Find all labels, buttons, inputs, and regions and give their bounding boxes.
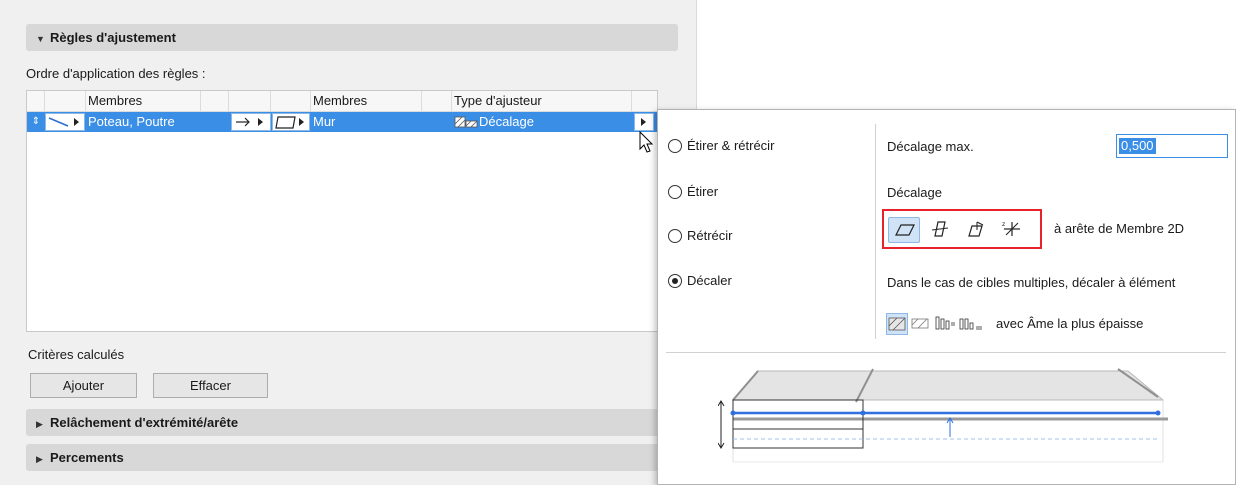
collapsed-triangle-icon: ▶ <box>36 419 43 429</box>
expand-arrow-icon <box>641 118 646 126</box>
table-row[interactable]: ⇕ Poteau, Poutre Mur Décalage <box>27 112 657 132</box>
offset-hatch-icon <box>454 112 478 132</box>
section-extremity-release-label: Relâchement d'extrémité/arête <box>50 415 239 430</box>
section-extremity-release-header[interactable]: ▶ Relâchement d'extrémité/arête <box>26 409 678 436</box>
right-arrow-icon <box>236 117 263 127</box>
rules-table: Membres Membres Type d'ajusteur ⇕ Poteau… <box>26 90 658 332</box>
header-wall-icon-col <box>271 91 311 112</box>
thick-web-hatch-icon[interactable] <box>886 313 908 335</box>
rules-order-label: Ordre d'application des règles : <box>26 66 206 81</box>
vertical-plane-icon[interactable] <box>924 217 956 243</box>
vertical-divider <box>875 124 876 339</box>
max-offset-label: Décalage max. <box>887 139 974 154</box>
wall-icon <box>275 116 304 129</box>
angled-plane-icon[interactable] <box>960 217 992 243</box>
beam-icon <box>48 117 79 127</box>
header-spacer-2 <box>422 91 452 112</box>
settings-panel: ▼ Règles d'ajustement Ordre d'application… <box>0 0 697 485</box>
radio-button-icon[interactable] <box>668 229 682 243</box>
collapsed-triangle-icon: ▶ <box>36 454 43 464</box>
radio-button-icon[interactable] <box>668 139 682 153</box>
svg-text:z: z <box>1002 221 1005 228</box>
option-label: Rétrécir <box>687 228 733 243</box>
computed-criteria-label: Critères calculés <box>28 347 125 362</box>
row-members-to: Mur <box>313 114 336 129</box>
delete-button[interactable]: Effacer <box>153 373 268 398</box>
offset-suffix: à arête de Membre 2D <box>1054 221 1185 236</box>
section-adjust-rules-label: Règles d'ajustement <box>50 30 176 45</box>
option-label: Étirer <box>687 184 719 199</box>
section-openings-label: Percements <box>50 450 124 465</box>
header-order-col <box>27 91 45 112</box>
multi-target-suffix: avec Âme la plus épaisse <box>996 316 1144 331</box>
rules-table-header: Membres Membres Type d'ajusteur <box>27 91 657 112</box>
row-members-from: Poteau, Poutre <box>88 114 175 129</box>
header-members-from: Membres <box>86 91 201 112</box>
header-adjuster-type: Type d'ajusteur <box>452 91 632 112</box>
offset-label: Décalage <box>887 185 942 200</box>
add-button[interactable]: Ajouter <box>30 373 137 398</box>
header-arrow-col <box>229 91 271 112</box>
header-members-to: Membres <box>311 91 422 112</box>
core-thinnest-icon[interactable] <box>958 313 984 335</box>
adjuster-type-popup: Étirer & rétrécir Étirer Rétrécir Décale… <box>657 109 1236 485</box>
max-offset-input[interactable]: 0,500 <box>1116 134 1228 158</box>
offset-preview-diagram <box>718 368 1168 463</box>
row-adjuster-type: Décalage <box>479 114 534 129</box>
member-from-icon-cell[interactable] <box>45 113 85 131</box>
radio-button-icon[interactable] <box>668 185 682 199</box>
thin-web-hatch-icon[interactable] <box>910 313 932 335</box>
direction-arrow-cell[interactable] <box>231 113 271 131</box>
reorder-handle-icon[interactable]: ⇕ <box>29 112 43 132</box>
radio-button-selected-icon[interactable] <box>668 274 682 288</box>
member-to-icon-cell[interactable] <box>272 113 310 131</box>
core-thickest-icon[interactable] <box>934 313 956 335</box>
parallelogram-icon[interactable] <box>888 217 920 243</box>
offset-mode-group: z <box>882 209 1042 249</box>
horizontal-divider <box>666 352 1226 353</box>
expanded-triangle-icon: ▼ <box>36 34 45 44</box>
option-label: Décaler <box>687 273 732 288</box>
open-popup-button[interactable] <box>634 113 654 131</box>
mouse-cursor-icon <box>639 131 654 153</box>
multi-target-label: Dans le cas de cibles multiples, décaler… <box>887 275 1176 290</box>
header-spacer <box>201 91 229 112</box>
axis-move-icon[interactable]: z <box>996 217 1028 243</box>
header-icon-col <box>45 91 86 112</box>
section-openings-header[interactable]: ▶ Percements <box>26 444 678 471</box>
section-adjust-rules-header[interactable]: ▼ Règles d'ajustement <box>26 24 678 51</box>
max-offset-value: 0,500 <box>1119 138 1156 154</box>
option-label: Étirer & rétrécir <box>687 138 775 153</box>
